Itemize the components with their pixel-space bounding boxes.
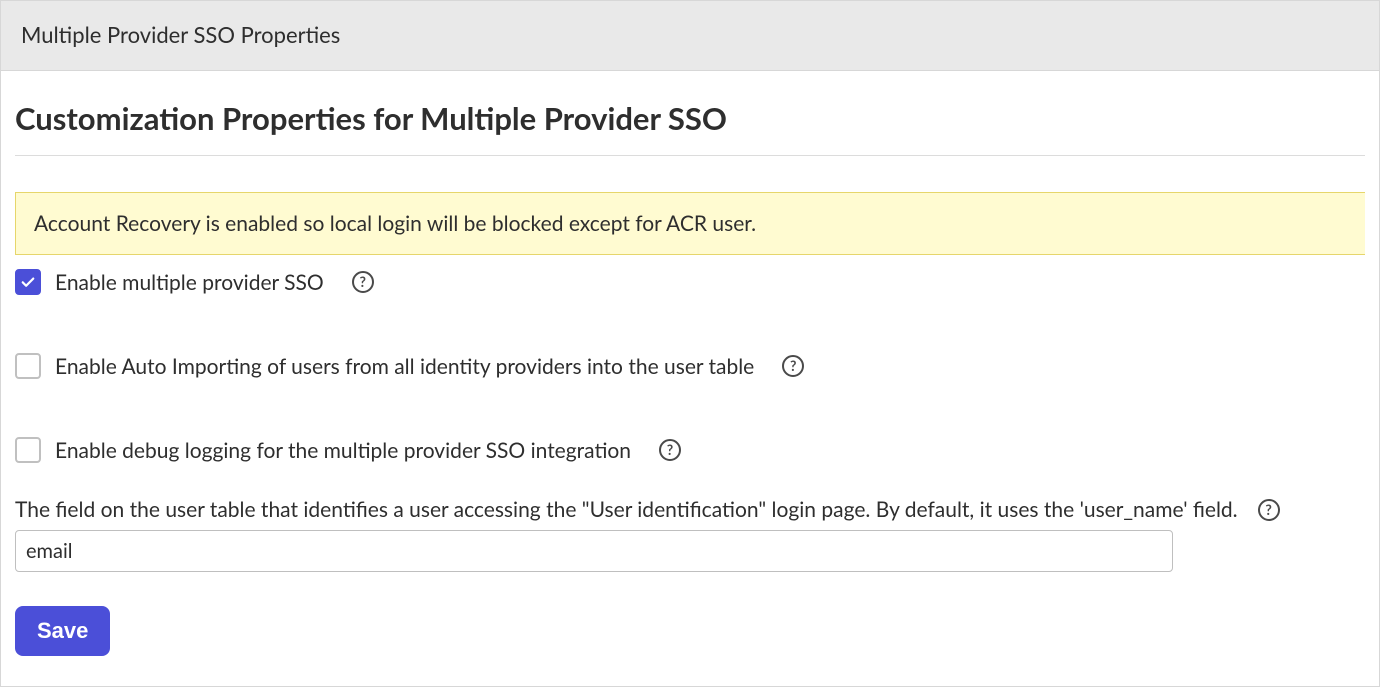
enable-sso-checkbox[interactable] bbox=[15, 269, 41, 295]
enable-sso-label: Enable multiple provider SSO bbox=[55, 270, 324, 295]
enable-sso-row: Enable multiple provider SSO ? bbox=[15, 269, 1365, 295]
identification-field-label: The field on the user table that identif… bbox=[15, 497, 1238, 522]
identification-field-block: The field on the user table that identif… bbox=[15, 497, 1365, 572]
enable-auto-import-row: Enable Auto Importing of users from all … bbox=[15, 353, 1365, 379]
help-icon[interactable]: ? bbox=[659, 439, 681, 461]
page-title: Customization Properties for Multiple Pr… bbox=[15, 99, 1365, 137]
properties-panel: Multiple Provider SSO Properties Customi… bbox=[0, 0, 1380, 687]
enable-auto-import-checkbox[interactable] bbox=[15, 353, 41, 379]
help-icon[interactable]: ? bbox=[782, 355, 804, 377]
enable-debug-label: Enable debug logging for the multiple pr… bbox=[55, 438, 631, 463]
account-recovery-alert: Account Recovery is enabled so local log… bbox=[15, 192, 1365, 255]
panel-title: Multiple Provider SSO Properties bbox=[21, 21, 340, 48]
enable-debug-row: Enable debug logging for the multiple pr… bbox=[15, 437, 1365, 463]
save-button[interactable]: Save bbox=[15, 606, 110, 656]
alert-text: Account Recovery is enabled so local log… bbox=[34, 211, 756, 236]
enable-debug-checkbox[interactable] bbox=[15, 437, 41, 463]
panel-content: Customization Properties for Multiple Pr… bbox=[1, 71, 1379, 674]
check-icon bbox=[19, 273, 37, 291]
panel-header: Multiple Provider SSO Properties bbox=[1, 1, 1379, 71]
help-icon[interactable]: ? bbox=[352, 271, 374, 293]
enable-auto-import-label: Enable Auto Importing of users from all … bbox=[55, 354, 754, 379]
divider bbox=[15, 155, 1365, 156]
identification-field-label-row: The field on the user table that identif… bbox=[15, 497, 1365, 522]
identification-field-input[interactable] bbox=[15, 530, 1173, 572]
help-icon[interactable]: ? bbox=[1258, 499, 1280, 521]
